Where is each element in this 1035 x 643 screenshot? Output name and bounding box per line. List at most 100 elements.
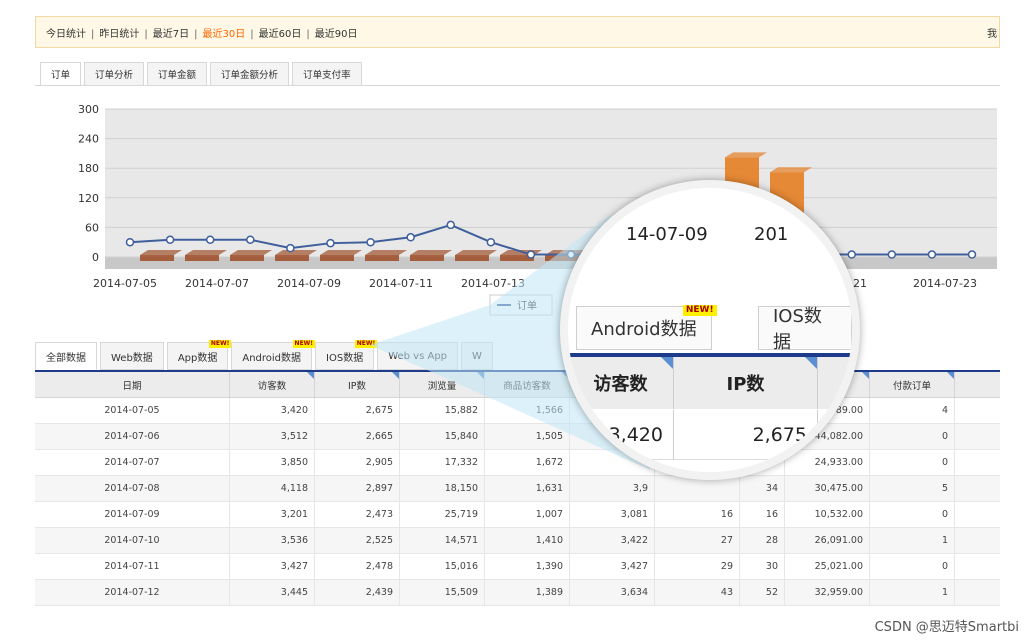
x-tick-label: 2014-07-05	[93, 277, 157, 290]
data-tab[interactable]: W	[461, 342, 493, 370]
magnifier: 14-07-09 201 Android数据 NEW! IOS数据 访客数 IP…	[560, 180, 860, 480]
table-header: 日期访客数IP数浏览量商品访客数单金额付款订单	[35, 372, 1000, 398]
table-cell: 2014-07-12	[35, 580, 230, 605]
bar	[455, 255, 489, 261]
table-row: 2014-07-11 3,427 2,478 15,016 1,390 3,427 29 30…	[35, 554, 1000, 580]
magnifier-cell-ip: 2,675	[674, 410, 818, 460]
magnifier-tab-ios[interactable]: IOS数据	[758, 306, 852, 353]
x-tick-label: 2014-07-07	[185, 277, 249, 290]
table-cell: 2014-07-11	[35, 554, 230, 579]
table-header-cell[interactable]: 商品访客数	[485, 372, 570, 397]
data-tab-label: App数据	[177, 352, 218, 364]
magnifier-tab-android[interactable]: Android数据 NEW!	[576, 305, 717, 350]
chart-tab[interactable]: 订单	[40, 62, 82, 86]
sort-corner-icon	[392, 372, 399, 379]
table-cell: 4,118	[230, 476, 315, 501]
table-cell: 25,021.00	[785, 554, 870, 579]
table-cell: 29	[655, 554, 740, 579]
table-header-cell[interactable]: 浏览量	[400, 372, 485, 397]
table-cell: 4	[870, 398, 955, 423]
table-row: 2014-07-09 3,201 2,473 25,719 1,007 3,081 16 16…	[35, 502, 1000, 528]
chart-tab[interactable]: 订单分析	[84, 62, 145, 86]
table-cell: 1,007	[485, 502, 570, 527]
x-tick-label: 2014-07-11	[369, 277, 433, 290]
table-cell: 32,959.00	[785, 580, 870, 605]
line-point	[366, 237, 375, 247]
data-tab[interactable]: Web vs App	[377, 342, 459, 370]
table-cell: 30	[740, 554, 785, 579]
chart-tab[interactable]: 订单支付率	[292, 62, 362, 86]
line-point	[446, 220, 456, 230]
line-point	[286, 243, 295, 253]
magnifier-header-ip-label: IP数	[726, 374, 765, 395]
bar	[185, 255, 219, 261]
range-item[interactable]: 最近60日	[259, 29, 302, 40]
table-cell: 18,150	[400, 476, 485, 501]
chart-tabs-divider	[35, 85, 1000, 86]
table-cell: 3,512	[230, 424, 315, 449]
table-cell: 2,478	[315, 554, 400, 579]
table-cell: 3,081	[570, 502, 655, 527]
bar	[410, 255, 444, 261]
y-tick-label: 0	[92, 251, 99, 264]
table-cell: 26,091.00	[785, 528, 870, 553]
table-header-cell[interactable]: 付款订单	[870, 372, 955, 397]
range-item[interactable]: 最近7日	[153, 29, 189, 40]
range-item[interactable]: 最近30日	[203, 29, 246, 40]
line-point	[125, 237, 135, 247]
range-item[interactable]: 今日统计	[46, 29, 86, 40]
table-cell: 1,566	[485, 398, 570, 423]
sort-corner-icon	[862, 372, 869, 379]
data-tab-label: W	[472, 350, 482, 362]
table-cell: 2014-07-05	[35, 398, 230, 423]
chart-tab[interactable]: 订单金额分析	[210, 62, 290, 86]
table-cell: 30,475.00	[785, 476, 870, 501]
data-tab[interactable]: 全部数据	[35, 342, 97, 370]
y-tick-label: 60	[85, 221, 99, 234]
table-cell: 5	[870, 476, 955, 501]
table-cell: 15,840	[400, 424, 485, 449]
range-item[interactable]: 昨日统计	[99, 29, 139, 40]
line-point	[406, 233, 415, 242]
line-point	[887, 250, 897, 259]
magnifier-tab-ios-label: IOS数据	[773, 306, 822, 353]
bar	[275, 255, 309, 261]
line-point	[246, 235, 255, 244]
table-header-cell[interactable]: 日期	[35, 372, 230, 397]
data-tab-label: Android数据	[242, 352, 302, 364]
range-separator: |	[91, 28, 95, 40]
table-cell: 1,410	[485, 528, 570, 553]
bar	[320, 255, 354, 261]
table-header-cell[interactable]: IP数	[315, 372, 400, 397]
new-badge: NEW!	[682, 305, 717, 316]
table-cell: 1,389	[485, 580, 570, 605]
bar	[140, 255, 174, 261]
line-point	[927, 250, 937, 259]
table-cell: 10,532.00	[785, 502, 870, 527]
chart-tab[interactable]: 订单金额	[147, 62, 208, 86]
table-cell: 2,473	[315, 502, 400, 527]
data-tab[interactable]: Web数据	[100, 342, 164, 370]
range-separator: |	[306, 28, 310, 40]
data-tab[interactable]: IOS数据 NEW!	[315, 340, 378, 370]
chart-tabs: 订单 订单分析 订单金额 订单金额分析 订单支付率	[40, 62, 362, 86]
table-cell: 52	[740, 580, 785, 605]
table-cell: 1,505	[485, 424, 570, 449]
sort-corner-icon	[477, 372, 484, 379]
sort-corner-icon	[947, 372, 954, 379]
table-cell: 28	[740, 528, 785, 553]
bar	[365, 255, 399, 261]
table-cell: 2,525	[315, 528, 400, 553]
y-tick-label: 240	[78, 133, 99, 146]
range-item[interactable]: 最近90日	[315, 29, 358, 40]
table-cell: 2014-07-06	[35, 424, 230, 449]
table-cell: 16	[740, 502, 785, 527]
table-cell: 3,9	[570, 476, 655, 501]
table-header-cell[interactable]: 访客数	[230, 372, 315, 397]
table-cell: 2,439	[315, 580, 400, 605]
new-badge: NEW!	[354, 340, 378, 348]
table-cell: 0	[870, 554, 955, 579]
new-badge: NEW!	[208, 340, 232, 348]
data-tab[interactable]: Android数据 NEW!	[231, 340, 316, 370]
data-tab[interactable]: App数据 NEW!	[166, 340, 232, 370]
